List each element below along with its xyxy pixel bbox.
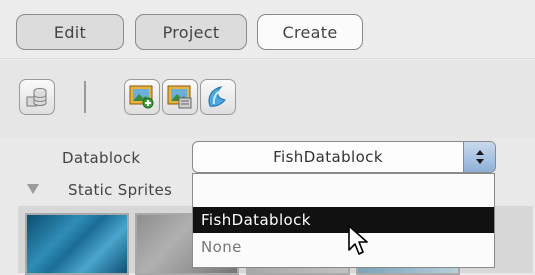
toolbar-separator [84, 81, 86, 113]
datablock-dropdown-list: FishDatablock None [192, 173, 495, 268]
up-down-arrows-icon [475, 150, 484, 164]
select-stepper[interactable] [463, 142, 495, 172]
sprite-thumbnail[interactable] [25, 213, 129, 275]
add-image-tool-button[interactable] [124, 79, 160, 115]
mouse-cursor-icon [348, 225, 368, 255]
section-title: Static Sprites [68, 181, 173, 199]
collapse-triangle-icon[interactable] [27, 184, 39, 194]
shape-tool-button[interactable] [200, 79, 236, 115]
edit-button[interactable]: Edit [16, 14, 124, 50]
datablock-label: Datablock [62, 149, 141, 167]
datablock-selected-value: FishDatablock [273, 148, 383, 166]
dropdown-option-empty[interactable] [193, 180, 494, 206]
project-button[interactable]: Project [135, 14, 247, 50]
image-library-tool-button[interactable] [162, 79, 198, 115]
dropdown-option-fishdatablock[interactable]: FishDatablock [193, 207, 494, 233]
add-image-icon [129, 85, 154, 109]
tool-bar [0, 60, 535, 138]
database-tool-button[interactable] [19, 79, 55, 115]
datablock-select[interactable]: FishDatablock [192, 141, 496, 173]
image-library-icon [167, 85, 192, 109]
dropdown-option-none[interactable]: None [193, 234, 494, 260]
create-button[interactable]: Create [257, 14, 363, 50]
wave-shape-icon [208, 86, 226, 107]
database-icon [26, 88, 47, 107]
